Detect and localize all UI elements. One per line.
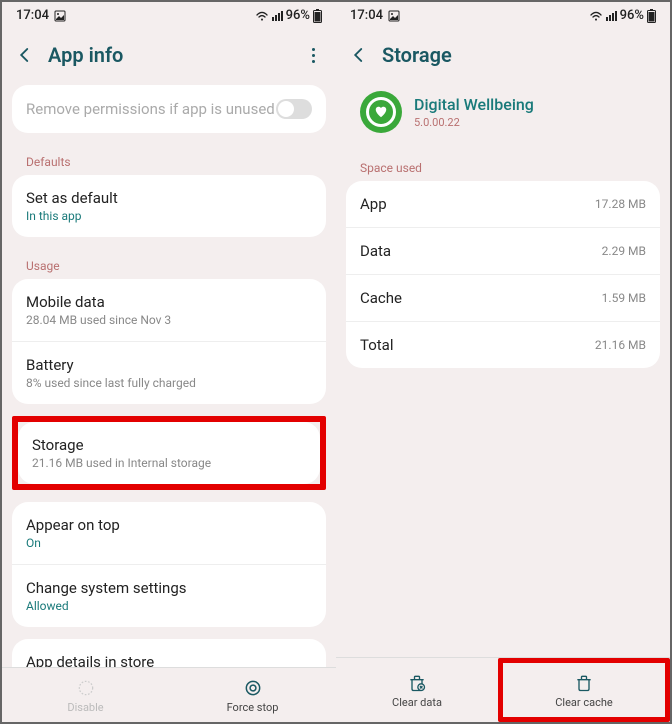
set-default-row[interactable]: Set as default In this app [12, 175, 326, 237]
storage-app-label: App [360, 195, 387, 213]
back-icon[interactable] [350, 46, 368, 64]
status-time: 17:04 [350, 8, 383, 23]
storage-total-value: 21.16 MB [595, 338, 646, 352]
space-used-card: App 17.28 MB Data 2.29 MB Cache 1.59 MB … [346, 181, 660, 368]
back-icon[interactable] [16, 46, 34, 64]
screen-storage: 17:04 96% Storage Digital Wellbeing 5.0.… [336, 2, 670, 722]
appear-on-top-sub: On [26, 536, 312, 550]
storage-app-value: 17.28 MB [595, 197, 646, 211]
storage-total-row: Total 21.16 MB [346, 322, 660, 368]
section-space-used: Space used [346, 151, 660, 181]
app-details-label: App details in store [26, 653, 312, 667]
disable-icon [76, 678, 96, 698]
trash-icon [574, 673, 594, 693]
storage-data-label: Data [360, 242, 391, 260]
storage-sub: 21.16 MB used in Internal storage [32, 456, 306, 470]
clear-data-button[interactable]: Clear data [336, 658, 498, 722]
app-version: 5.0.00.22 [414, 116, 534, 129]
content-scroll[interactable]: Remove permissions if app is unused Defa… [2, 85, 336, 667]
storage-total-label: Total [360, 336, 394, 354]
signal-icon [606, 11, 617, 21]
remove-permissions-row[interactable]: Remove permissions if app is unused [12, 85, 326, 133]
disable-label: Disable [67, 701, 103, 714]
battery-sub: 8% used since last fully charged [26, 376, 312, 390]
appear-on-top-row[interactable]: Appear on top On [12, 502, 326, 565]
set-default-label: Set as default [26, 189, 312, 207]
clear-cache-label: Clear cache [555, 696, 613, 709]
storage-cache-label: Cache [360, 289, 402, 307]
clear-cache-button[interactable]: Clear cache [503, 663, 665, 717]
remove-permissions-toggle[interactable] [276, 99, 312, 119]
status-bar: 17:04 96% [336, 2, 670, 29]
heart-icon [374, 105, 388, 119]
wifi-icon [589, 10, 603, 21]
battery-percent: 96% [286, 8, 310, 23]
section-defaults: Defaults [12, 145, 326, 175]
set-default-sub: In this app [26, 209, 312, 223]
bottom-bar: Clear data Clear cache [336, 657, 670, 722]
stop-icon [243, 678, 263, 698]
battery-icon [647, 9, 656, 23]
force-stop-label: Force stop [227, 701, 279, 714]
bottom-bar: Disable Force stop [2, 667, 336, 722]
battery-label: Battery [26, 356, 312, 374]
page-title: Storage [382, 43, 656, 67]
clear-data-label: Clear data [392, 696, 442, 709]
storage-cache-row: Cache 1.59 MB [346, 275, 660, 322]
storage-row[interactable]: Storage 21.16 MB used in Internal storag… [18, 422, 320, 484]
status-bar: 17:04 96% [2, 2, 336, 29]
mobile-data-label: Mobile data [26, 293, 312, 311]
photo-icon [388, 10, 400, 22]
page-title: App info [48, 43, 290, 67]
storage-app-row: App 17.28 MB [346, 181, 660, 228]
storage-label: Storage [32, 436, 306, 454]
change-settings-label: Change system settings [26, 579, 312, 597]
highlight-storage: Storage 21.16 MB used in Internal storag… [12, 416, 326, 490]
photo-icon [54, 10, 66, 22]
mobile-data-sub: 28.04 MB used since Nov 3 [26, 313, 312, 327]
app-header: Digital Wellbeing 5.0.00.22 [346, 85, 660, 151]
screen-app-info: 17:04 96% App info Remove permissions if… [2, 2, 336, 722]
appear-on-top-label: Appear on top [26, 516, 312, 534]
highlight-clear-cache: Clear cache [498, 658, 670, 722]
storage-data-row: Data 2.29 MB [346, 228, 660, 275]
app-name: Digital Wellbeing [414, 95, 534, 114]
disable-button[interactable]: Disable [2, 668, 169, 722]
remove-permissions-label: Remove permissions if app is unused [26, 100, 275, 118]
force-stop-button[interactable]: Force stop [169, 668, 336, 722]
header: Storage [336, 29, 670, 85]
more-icon[interactable] [304, 46, 322, 64]
battery-icon [313, 9, 322, 23]
header: App info [2, 29, 336, 85]
battery-percent: 96% [620, 8, 644, 23]
storage-data-value: 2.29 MB [602, 244, 646, 258]
section-usage: Usage [12, 249, 326, 279]
change-settings-row[interactable]: Change system settings Allowed [12, 565, 326, 627]
change-settings-sub: Allowed [26, 599, 312, 613]
app-icon [360, 91, 402, 133]
status-time: 17:04 [16, 8, 49, 23]
content-scroll[interactable]: Digital Wellbeing 5.0.00.22 Space used A… [336, 85, 670, 657]
app-details-row[interactable]: App details in store App downloaded from… [12, 639, 326, 667]
wifi-icon [255, 10, 269, 21]
mobile-data-row[interactable]: Mobile data 28.04 MB used since Nov 3 [12, 279, 326, 342]
signal-icon [272, 11, 283, 21]
battery-row[interactable]: Battery 8% used since last fully charged [12, 342, 326, 404]
trash-icon [407, 673, 427, 693]
storage-cache-value: 1.59 MB [602, 291, 646, 305]
